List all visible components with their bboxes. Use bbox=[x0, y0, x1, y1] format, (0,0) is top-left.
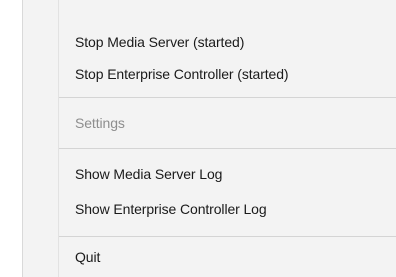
menu-separator bbox=[59, 236, 396, 237]
menu-item-show-media-server-log[interactable]: Show Media Server Log bbox=[23, 160, 396, 190]
menu-item-label: Settings bbox=[75, 115, 125, 131]
menu-item-quit[interactable]: Quit bbox=[23, 243, 396, 273]
menu-item-label: Quit bbox=[75, 249, 101, 265]
menu-left-background bbox=[0, 0, 22, 277]
menu-item-label: Stop Enterprise Controller (started) bbox=[75, 66, 289, 82]
menu-separator bbox=[59, 97, 396, 98]
menu-item-label: Stop Media Server (started) bbox=[75, 34, 245, 50]
menu-item-label: Show Enterprise Controller Log bbox=[75, 201, 267, 217]
menu-item-settings: Settings bbox=[23, 109, 396, 139]
menu-separator bbox=[59, 148, 396, 149]
menu-item-stop-media-server[interactable]: Stop Media Server (started) bbox=[23, 28, 396, 58]
menu-item-show-enterprise-controller-log[interactable]: Show Enterprise Controller Log bbox=[23, 195, 396, 225]
tray-context-menu: Stop Media Server (started) Stop Enterpr… bbox=[0, 0, 396, 277]
menu-item-stop-enterprise-controller[interactable]: Stop Enterprise Controller (started) bbox=[23, 60, 396, 90]
menu-item-label: Show Media Server Log bbox=[75, 166, 223, 182]
